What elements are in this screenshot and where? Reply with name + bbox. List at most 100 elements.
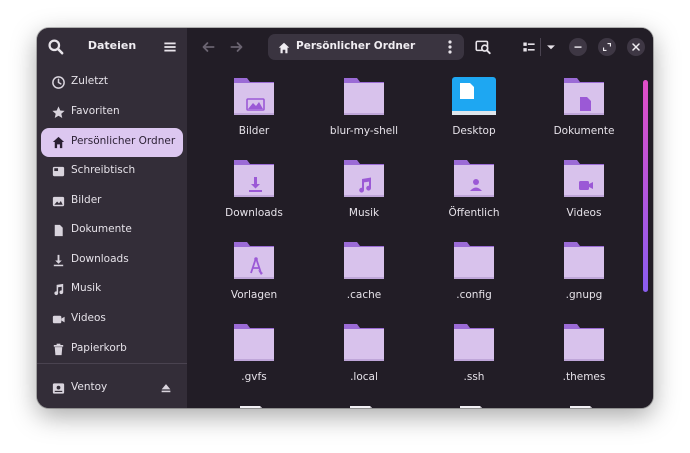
file-name: .gvfs [241,371,267,383]
folder-icon [234,160,274,197]
sidebar-header: Dateien [37,28,187,66]
sidebar-item-recent[interactable]: Zuletzt [41,68,183,97]
file-item[interactable]: Videos [529,151,639,229]
folder-icon [454,160,494,197]
sidebar-item-label: Videos [71,312,106,324]
file-name: .local [350,371,378,383]
desktop-folder-icon [452,77,496,115]
file-icon [350,406,372,408]
sidebar-divider [37,363,187,364]
sidebar-item-label: Dokumente [71,223,132,235]
sidebar-item-ventoy[interactable]: Ventoy [41,374,183,403]
chevron-down-icon[interactable] [542,38,560,56]
sidebar-item-downloads[interactable]: Downloads [41,246,183,275]
file-name: .themes [562,371,606,383]
folder-icon [564,324,604,361]
file-name: Musik [348,207,380,219]
folder-icon [344,242,384,279]
file-item[interactable]: .local [309,315,419,393]
search-folder-icon[interactable] [474,38,492,56]
video-icon [51,312,66,327]
toolbar-separator [540,38,541,56]
file-name: Desktop [452,125,496,137]
sidebar-item-favorites[interactable]: Favoriten [41,98,183,127]
close-button[interactable] [627,38,645,56]
file-item[interactable]: Bilder [199,69,309,147]
home-icon [277,40,291,54]
file-item[interactable]: blur-my-shell [309,69,419,147]
file-name: blur-my-shell [329,125,399,137]
sidebar-item-videos[interactable]: Videos [41,305,183,334]
folder-icon [344,160,384,197]
file-name: .config [456,289,492,301]
star-icon [51,105,66,120]
folder-icon [564,78,604,115]
sidebar-item-trash[interactable]: Papierkorb [41,335,183,364]
file-name: Downloads [225,207,283,219]
sidebar-item-music[interactable]: Musik [41,275,183,304]
folder-icon [454,324,494,361]
folder-icon [344,78,384,115]
desktop-icon [51,164,66,179]
file-item[interactable]: Dokumente [529,69,639,147]
sidebar-item-label: Ventoy [71,381,108,393]
file-name: Vorlagen [230,289,278,301]
document-icon [51,223,66,238]
sidebar-item-label: Schreibtisch [71,164,136,176]
file-item[interactable]: .ssh [419,315,529,393]
path-bar[interactable]: Persönlicher Ordner [268,34,464,60]
folder-icon [344,324,384,361]
file-item[interactable]: Desktop [419,69,529,147]
file-item[interactable]: .gvfs [199,315,309,393]
path-label: Persönlicher Ordner [296,40,416,52]
file-name: Dokumente [553,125,615,137]
minimize-icon [574,46,582,48]
file-item-partial[interactable] [529,397,639,408]
download-icon [51,253,66,268]
headerbar: Persönlicher Ordner [187,28,653,66]
file-item[interactable]: Musik [309,151,419,229]
sidebar-item-label: Downloads [71,253,129,265]
maximize-button[interactable] [598,38,616,56]
hamburger-menu-icon[interactable] [161,38,179,56]
sidebar-item-pictures[interactable]: Bilder [41,187,183,216]
clock-icon [51,75,66,90]
music-icon [51,282,66,297]
file-item-partial[interactable] [309,397,419,408]
file-grid: Bilder blur-my-shell Desktop Dokumente Downl… [187,66,653,408]
file-item[interactable]: .themes [529,315,639,393]
file-name: .cache [346,289,382,301]
file-name: Öffentlich [448,207,500,219]
sidebar-item-home[interactable]: Persönlicher Ordner [41,128,183,157]
sidebar-item-label: Bilder [71,194,102,206]
image-icon [51,194,66,209]
view-list-icon[interactable] [520,38,538,56]
file-item-partial[interactable] [419,397,529,408]
home-icon [51,135,66,150]
scrollbar[interactable] [643,80,648,292]
folder-icon [454,242,494,279]
file-item[interactable]: Downloads [199,151,309,229]
folder-icon [234,242,274,279]
folder-icon [234,78,274,115]
file-name: .ssh [463,371,485,383]
minimize-button[interactable] [569,38,587,56]
file-item[interactable]: Vorlagen [199,233,309,311]
eject-icon[interactable] [159,381,173,395]
kebab-menu-icon[interactable] [444,39,456,55]
drive-icon [51,381,66,396]
sidebar-item-label: Favoriten [71,105,120,117]
file-item-partial[interactable] [199,397,309,408]
sidebar-item-desktop[interactable]: Schreibtisch [41,157,183,186]
forward-arrow-icon[interactable] [228,38,246,56]
file-item[interactable]: Öffentlich [419,151,529,229]
file-item[interactable]: .gnupg [529,233,639,311]
file-item[interactable]: .config [419,233,529,311]
close-icon [632,43,640,51]
file-icon [460,406,482,408]
folder-icon [564,160,604,197]
back-arrow-icon[interactable] [199,38,217,56]
file-item[interactable]: .cache [309,233,419,311]
sidebar-item-label: Musik [71,282,102,294]
sidebar-item-documents[interactable]: Dokumente [41,216,183,245]
